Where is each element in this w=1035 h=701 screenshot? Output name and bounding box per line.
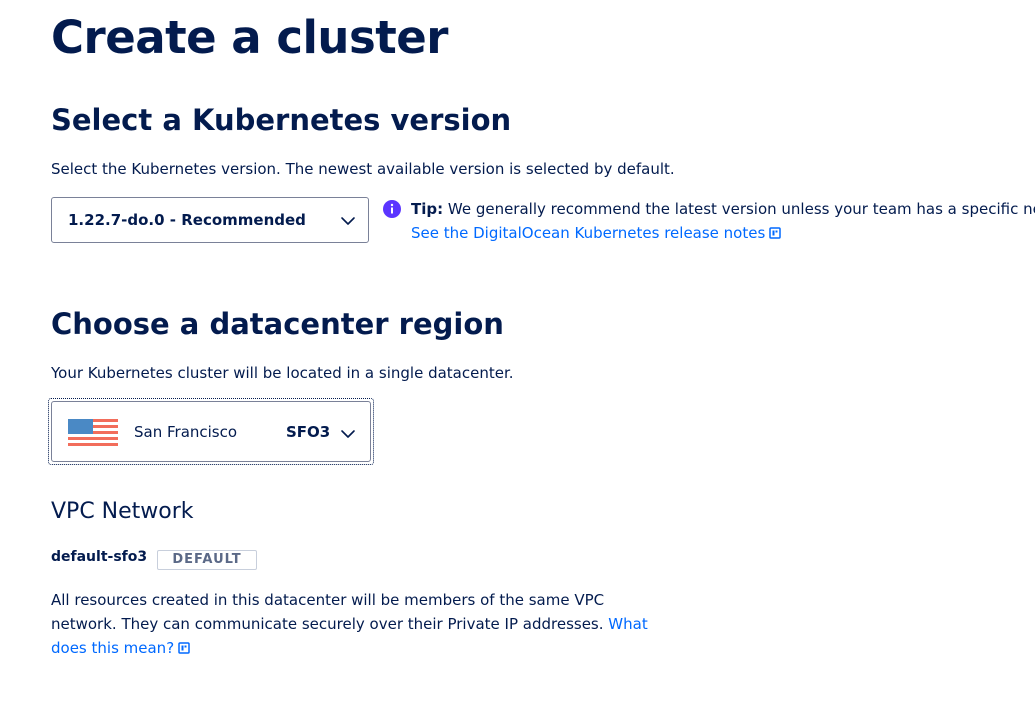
us-flag-icon (68, 419, 118, 447)
datacenter-region-description: Your Kubernetes cluster will be located … (51, 364, 514, 382)
tip-text: Tip: We generally recommend the latest v… (411, 197, 1035, 221)
vpc-network-name: default-sfo3 (51, 549, 148, 565)
tip-label: Tip: (411, 200, 444, 218)
selected-version-value: 1.22.7-do.0 - Recommended (68, 211, 306, 229)
vpc-description: All resources created in this datacenter… (51, 588, 651, 660)
datacenter-region-heading: Choose a datacenter region (51, 307, 504, 341)
chevron-down-icon (341, 217, 355, 225)
vpc-network-heading: VPC Network (51, 499, 194, 524)
page-title: Create a cluster (51, 11, 448, 64)
chevron-down-icon (341, 430, 355, 438)
info-icon (383, 200, 401, 218)
kubernetes-version-heading: Select a Kubernetes version (51, 103, 512, 137)
external-link-icon (769, 227, 782, 239)
kubernetes-version-select[interactable]: 1.22.7-do.0 - Recommended (51, 197, 369, 243)
release-notes-link[interactable]: See the DigitalOcean Kubernetes release … (411, 224, 782, 242)
tip-body: We generally recommend the latest versio… (443, 200, 1035, 218)
kubernetes-version-description: Select the Kubernetes version. The newes… (51, 160, 675, 178)
default-badge: DEFAULT (157, 550, 257, 570)
region-name: San Francisco (134, 423, 238, 441)
region-code: SFO3 (286, 423, 331, 441)
datacenter-region-select[interactable]: San Francisco SFO3 (48, 398, 374, 465)
release-notes-link-label: See the DigitalOcean Kubernetes release … (411, 224, 766, 242)
external-link-icon (178, 642, 190, 654)
vpc-description-text: All resources created in this datacenter… (51, 591, 605, 633)
